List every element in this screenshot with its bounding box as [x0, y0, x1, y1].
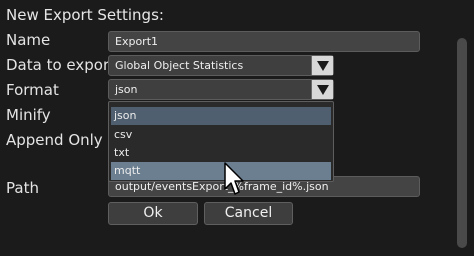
format-select[interactable]: json	[108, 79, 334, 100]
path-label: Path	[6, 179, 39, 197]
name-label: Name	[6, 31, 51, 49]
format-option-csv[interactable]: csv	[111, 126, 331, 144]
format-option-txt[interactable]: txt	[111, 144, 331, 162]
format-label: Format	[6, 81, 59, 99]
triangle-down-icon	[316, 60, 329, 71]
vertical-scrollbar[interactable]	[457, 38, 467, 248]
format-option-json[interactable]: json	[111, 107, 331, 125]
format-value: json	[115, 83, 138, 96]
data-to-export-dropdown-button[interactable]	[311, 56, 333, 75]
format-dropdown-list: json csv txt mqtt	[108, 101, 334, 182]
cancel-button[interactable]: Cancel	[204, 202, 293, 225]
ok-button[interactable]: Ok	[108, 202, 198, 225]
name-input[interactable]: Export1	[108, 31, 420, 52]
append-only-label: Append Only	[6, 131, 103, 149]
data-to-export-select[interactable]: Global Object Statistics	[108, 55, 334, 76]
data-to-export-value: Global Object Statistics	[115, 59, 244, 72]
minify-label: Minify	[6, 106, 51, 124]
dialog-heading: New Export Settings:	[6, 6, 164, 24]
triangle-down-icon	[316, 84, 329, 95]
format-dropdown-button[interactable]	[311, 80, 333, 99]
mouse-pointer-icon	[224, 162, 244, 195]
data-to-export-label: Data to export	[6, 56, 115, 74]
format-option-mqtt[interactable]: mqtt	[111, 162, 331, 180]
